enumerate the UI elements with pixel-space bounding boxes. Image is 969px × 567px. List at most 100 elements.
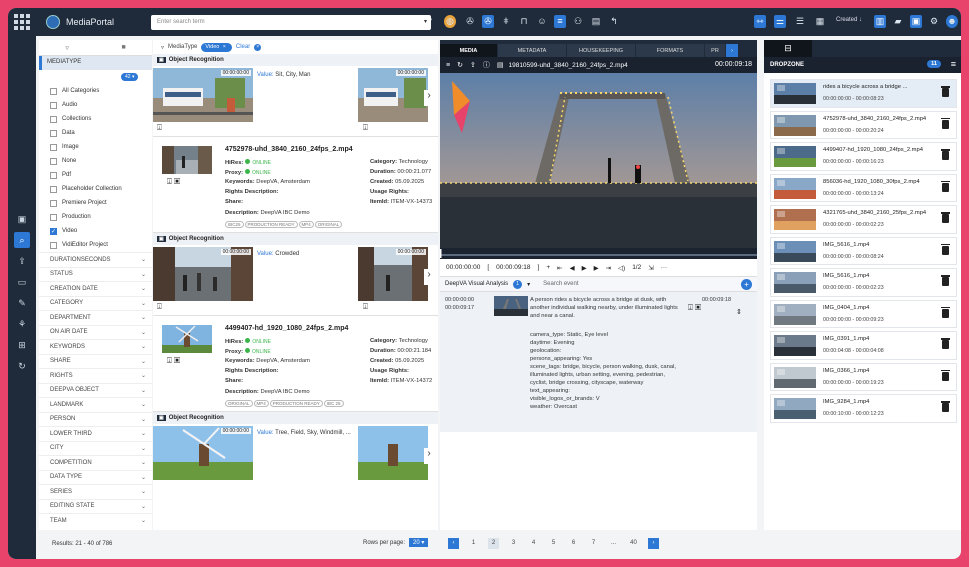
refresh-icon[interactable]: ↻: [457, 61, 463, 69]
chevron-down-icon[interactable]: ⌄: [141, 430, 146, 437]
dropzone-thumbnail[interactable]: [774, 335, 816, 356]
upload-icon[interactable]: ⇪: [470, 61, 476, 69]
checkbox[interactable]: [50, 129, 57, 137]
tag[interactable]: ORIGINAL: [225, 400, 253, 407]
tag[interactable]: MP4: [298, 221, 314, 228]
split-view-icon[interactable]: ⇿: [754, 15, 766, 28]
facet-item[interactable]: Premiere Project: [39, 196, 152, 210]
dropzone-tab-icon[interactable]: ⊟: [764, 40, 812, 57]
apps-grid-icon[interactable]: [14, 14, 30, 30]
facet-section[interactable]: ON AIR DATE ⌄: [39, 324, 152, 340]
tab-more[interactable]: PR: [705, 44, 725, 57]
chevron-down-icon[interactable]: ⌄: [141, 372, 146, 379]
preview-icon[interactable]: ▣: [174, 177, 180, 186]
facet-section[interactable]: TEAM ⌄: [39, 513, 152, 528]
clear-icon[interactable]: ×: [254, 43, 262, 51]
edit-icon[interactable]: ✎: [14, 295, 30, 311]
download-icon[interactable]: ⍗: [157, 123, 162, 133]
page-number[interactable]: 4: [528, 538, 539, 549]
dropzone-item[interactable]: IMG_5616_1.mp4 00:00:00:00 - 00:00:08:24: [770, 236, 957, 265]
tab-formats[interactable]: FORMATS: [636, 44, 704, 57]
page-number[interactable]: ...: [608, 538, 619, 549]
trash-icon[interactable]: [941, 306, 950, 318]
facet-section[interactable]: SHARE ⌄: [39, 353, 152, 369]
folder-tab-icon[interactable]: ■: [121, 44, 125, 51]
facet-item[interactable]: Production: [39, 210, 152, 224]
analysis-dropdown-icon[interactable]: ▾: [527, 281, 530, 288]
preview-icon[interactable]: ▣: [174, 356, 180, 365]
grid-view-icon[interactable]: ▦: [814, 15, 826, 28]
asset-title[interactable]: 4499407-hd_1920_1080_24fps_2.mp4: [225, 325, 348, 332]
checkbox[interactable]: [50, 115, 57, 123]
folder-icon[interactable]: ▰: [892, 15, 904, 28]
export-icon[interactable]: ⇲: [648, 264, 653, 272]
trash-icon[interactable]: [941, 149, 950, 160]
facet-section[interactable]: DEPARTMENT ⌄: [39, 310, 152, 325]
go-start-icon[interactable]: ⇤: [557, 264, 562, 272]
segment-thumbnail[interactable]: [494, 296, 528, 316]
trash-icon[interactable]: [941, 401, 950, 412]
mark-in-icon[interactable]: [: [487, 264, 489, 271]
trash-icon[interactable]: [941, 180, 950, 192]
asset-thumbnail[interactable]: [162, 146, 212, 174]
sync-icon[interactable]: ↻: [14, 358, 30, 374]
facet-item[interactable]: Image: [39, 140, 152, 154]
facet-section[interactable]: LANDMARK ⌄: [39, 397, 152, 412]
tab-metadata[interactable]: METADATA: [498, 44, 566, 57]
video-icon[interactable]: ▭: [14, 274, 30, 290]
presentation-icon[interactable]: ▣: [14, 211, 30, 227]
facet-section[interactable]: KEYWORDS ⌄: [39, 339, 152, 354]
admin-icon[interactable]: ⚙: [928, 15, 940, 28]
users-icon[interactable]: ⚇: [572, 15, 584, 28]
facet-section[interactable]: CITY ⌄: [39, 440, 152, 456]
checkbox[interactable]: [50, 157, 57, 165]
more-icon[interactable]: ···: [661, 264, 668, 271]
facet-section[interactable]: CREATION DATE ⌄: [39, 281, 152, 296]
tag[interactable]: MP4: [253, 400, 269, 407]
dropzone-item[interactable]: IMG_0366_1.mp4 00:00:00:00 - 00:00:19:23: [770, 362, 957, 391]
facet-item[interactable]: Collections: [39, 112, 152, 126]
trash-icon[interactable]: [941, 369, 950, 381]
dropzone-item[interactable]: IMG_0391_1.mp4 00:00:04:08 - 00:00:04:08: [770, 331, 957, 360]
dropzone-thumbnail[interactable]: [774, 209, 816, 230]
asset-card[interactable]: ⍗ ▣ 4752978-uhd_3840_2160_24fps_2.mp4 Hi…: [153, 136, 438, 233]
ai-icon[interactable]: ✇: [482, 15, 494, 28]
prev-page-icon[interactable]: ‹: [448, 538, 459, 549]
download-icon[interactable]: ⍗: [167, 177, 172, 186]
list-view-icon[interactable]: ☰: [794, 15, 806, 28]
checkbox[interactable]: [50, 185, 57, 193]
dropzone-thumbnail[interactable]: [774, 398, 816, 419]
mark-out-icon[interactable]: ]: [538, 264, 540, 271]
remove-chip-icon[interactable]: ×: [220, 43, 228, 51]
dropzone-thumbnail[interactable]: [774, 146, 816, 167]
chevron-down-icon[interactable]: ⌄: [141, 503, 146, 510]
page-number[interactable]: 3: [508, 538, 519, 549]
detection-thumbnail-2[interactable]: 00:00:00:00: [358, 68, 428, 122]
analysis-select[interactable]: DeepVA Visual Analysis: [445, 281, 508, 287]
dropzone-item[interactable]: rides a bicycle across a bridge ... 00:00…: [770, 79, 957, 108]
tag[interactable]: IBC 25: [323, 400, 344, 407]
dropzone-thumbnail[interactable]: [774, 366, 816, 388]
tc-in[interactable]: 00:00:00:00: [446, 264, 480, 271]
globe-icon[interactable]: ◍: [444, 15, 456, 28]
play-icon[interactable]: ▶: [582, 264, 587, 272]
download-icon-2[interactable]: ⍗: [363, 123, 368, 133]
dropzone-item[interactable]: 4321765-uhd_3840_2160_25fps_2.mp4 00:00:0…: [770, 205, 957, 234]
facet-section[interactable]: PERSON ⌄: [39, 411, 152, 427]
filter-tab-icon[interactable]: ▿: [65, 44, 69, 52]
person-icon[interactable]: ☺: [536, 15, 548, 28]
chevron-down-icon[interactable]: ⌄: [141, 314, 146, 321]
facet-mediatype-header[interactable]: MEDIATYPE: [39, 56, 152, 70]
facet-section[interactable]: CATEGORY ⌄: [39, 295, 152, 311]
facet-item[interactable]: Audio: [39, 98, 152, 112]
asset-thumbnail[interactable]: [162, 325, 212, 353]
filter-chip-video[interactable]: Video ×: [201, 42, 232, 52]
facet-section[interactable]: DATA TYPE ⌄: [39, 469, 152, 485]
facet-item[interactable]: Data: [39, 126, 152, 140]
search-nav-icon[interactable]: ⌕: [14, 232, 30, 248]
facet-item[interactable]: Placeholder Collection: [39, 182, 152, 196]
facet-item[interactable]: ✓ Video: [39, 224, 152, 238]
asset-card[interactable]: ⍗ ▣ 4499407-hd_1920_1080_24fps_2.mp4 HiR…: [153, 315, 438, 412]
chevron-down-icon[interactable]: ⌄: [141, 416, 146, 423]
chevron-down-icon[interactable]: ⌄: [141, 459, 146, 466]
